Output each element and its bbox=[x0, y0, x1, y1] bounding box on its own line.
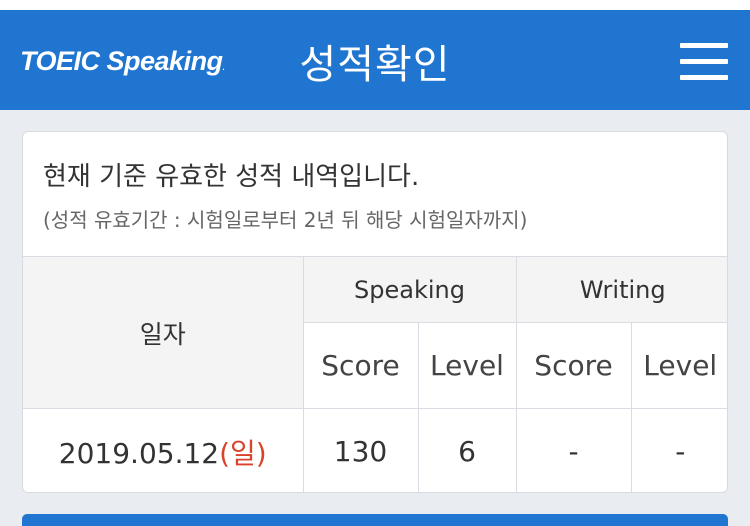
logo-text: TOEIC Speaking bbox=[20, 46, 223, 76]
table-header-row: 일자 Speaking Writing bbox=[23, 256, 727, 409]
score-card: 현재 기준 유효한 성적 내역입니다. (성적 유효기간 : 시험일로부터 2년… bbox=[22, 131, 728, 493]
speaking-group-header: Speaking bbox=[302, 256, 517, 323]
speaking-score-cell: 130 bbox=[302, 408, 419, 492]
logo-mark: . bbox=[222, 63, 225, 72]
menu-line bbox=[680, 59, 728, 64]
menu-line bbox=[680, 75, 728, 80]
writing-score-cell: - bbox=[515, 408, 632, 492]
test-weekday: (일) bbox=[219, 436, 267, 470]
writing-group-header: Writing bbox=[515, 256, 727, 323]
bottom-action-bar[interactable] bbox=[22, 514, 728, 526]
test-date: 2019.05.12 bbox=[58, 436, 220, 470]
speaking-score-header: Score bbox=[303, 322, 419, 409]
toeic-speaking-logo[interactable]: TOEIC Speaking. bbox=[20, 46, 225, 77]
table-row[interactable]: 2019.05.12(일) 130 6 - - bbox=[23, 408, 727, 492]
writing-score-header: Score bbox=[515, 322, 632, 409]
test-date-cell: 2019.05.12(일) bbox=[23, 408, 304, 492]
menu-line bbox=[680, 43, 728, 48]
hamburger-menu-icon[interactable] bbox=[672, 38, 734, 88]
writing-level-cell: - bbox=[630, 408, 727, 492]
score-table: 일자 Speaking Writing Score Level Score Le… bbox=[23, 256, 727, 492]
date-column-header: 일자 bbox=[23, 256, 304, 409]
app-header: TOEIC Speaking. 성적확인 bbox=[0, 10, 750, 110]
validity-period-note: (성적 유효기간 : 시험일로부터 2년 뒤 해당 시험일자까지) bbox=[43, 208, 528, 232]
status-strip bbox=[0, 0, 750, 10]
valid-score-notice: 현재 기준 유효한 성적 내역입니다. bbox=[43, 162, 420, 192]
writing-level-header: Level bbox=[630, 322, 727, 409]
speaking-level-cell: 6 bbox=[417, 408, 517, 492]
speaking-level-header: Level bbox=[417, 322, 517, 409]
